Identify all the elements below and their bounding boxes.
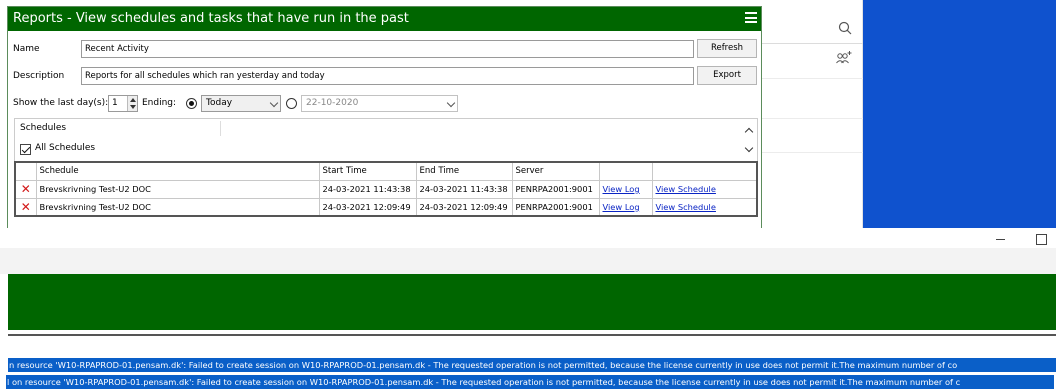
column-divider <box>220 121 221 136</box>
all-schedules-label: All Schedules <box>35 143 96 153</box>
schedule-cell: Brevskrivning Test-U2 DOC <box>35 197 320 217</box>
ending-date-value: 22-10-2020 <box>306 98 359 108</box>
ending-date-picker[interactable]: 22-10-2020 <box>301 95 458 112</box>
end-time-cell: 24-03-2021 12:09:49 <box>415 197 513 217</box>
start-time-cell: 24-03-2021 12:09:49 <box>318 197 417 217</box>
name-label: Name <box>13 44 40 54</box>
window-caption-bar <box>0 228 1056 248</box>
chevron-down-icon <box>269 98 279 108</box>
error-x-icon: ✕ <box>14 179 37 199</box>
add-people-icon[interactable] <box>835 50 853 66</box>
column-header-start-time[interactable]: Start Time <box>318 161 417 181</box>
all-schedules-checkbox[interactable] <box>20 144 31 155</box>
ending-label: Ending: <box>142 98 177 108</box>
column-header-end-time[interactable]: End Time <box>415 161 513 181</box>
log-message-line[interactable]: n resource 'W10-RPAPROD-01.pensam.dk': F… <box>8 358 1056 372</box>
error-x-icon: ✕ <box>14 197 37 217</box>
schedules-header: Schedules <box>20 123 67 133</box>
chevron-up-icon[interactable] <box>130 98 136 102</box>
stepper-arrows[interactable] <box>127 96 137 111</box>
separator-line <box>8 334 1056 336</box>
menu-icon[interactable] <box>745 12 757 25</box>
background-divider <box>760 118 863 119</box>
view-log-link[interactable]: View Log <box>603 184 640 194</box>
end-time-cell: 24-03-2021 11:43:38 <box>415 179 513 199</box>
reports-dialog: Reports - View schedules and tasks that … <box>7 6 762 228</box>
header-banner <box>8 274 1056 330</box>
log-message-line[interactable]: l on resource 'W10-RPAPROD-01.pensam.dk'… <box>6 375 1054 389</box>
ending-today-value: Today <box>206 98 233 108</box>
ending-today-select[interactable]: Today <box>201 95 281 112</box>
schedules-filter-box: Schedules All Schedules <box>14 118 758 161</box>
name-field[interactable]: Recent Activity <box>81 40 694 58</box>
dialog-title-bar: Reports - View schedules and tasks that … <box>8 7 761 31</box>
refresh-button[interactable]: Refresh <box>697 39 757 58</box>
ending-today-radio[interactable] <box>186 98 197 109</box>
background-divider <box>760 152 863 153</box>
results-table: Schedule Start Time End Time Server ✕ Br… <box>14 161 758 217</box>
minimize-button[interactable] <box>990 228 1012 248</box>
table-row[interactable]: ✕ Brevskrivning Test-U2 DOC 24-03-2021 1… <box>14 197 758 217</box>
view-log-link[interactable]: View Log <box>603 202 640 212</box>
server-cell: PENRPA2001:9001 <box>511 179 600 199</box>
column-header-log <box>598 161 653 181</box>
description-label: Description <box>13 71 65 81</box>
maximize-button[interactable] <box>1030 228 1052 248</box>
ending-date-radio[interactable] <box>286 98 297 109</box>
table-row[interactable]: ✕ Brevskrivning Test-U2 DOC 24-03-2021 1… <box>14 179 758 199</box>
chevron-down-icon <box>446 98 456 108</box>
desktop-background <box>863 0 1056 228</box>
table-header-row: Schedule Start Time End Time Server <box>14 161 758 181</box>
search-icon[interactable] <box>837 20 853 36</box>
days-value: 1 <box>112 98 118 108</box>
description-field[interactable]: Reports for all schedules which ran yest… <box>81 67 694 85</box>
view-schedule-link[interactable]: View Schedule <box>656 202 716 212</box>
background-divider <box>760 78 863 79</box>
column-header-view-schedule <box>651 161 758 181</box>
schedule-cell: Brevskrivning Test-U2 DOC <box>35 179 320 199</box>
toolbar-area <box>0 248 1056 274</box>
show-last-days-label: Show the last day(s): <box>13 98 109 108</box>
server-cell: PENRPA2001:9001 <box>511 197 600 217</box>
days-stepper[interactable]: 1 <box>108 95 138 112</box>
scroll-up-icon[interactable] <box>744 127 754 137</box>
chevron-down-icon[interactable] <box>130 105 136 109</box>
view-schedule-link[interactable]: View Schedule <box>656 184 716 194</box>
export-button[interactable]: Export <box>697 66 757 85</box>
dialog-title: Reports - View schedules and tasks that … <box>13 11 409 26</box>
column-header-schedule[interactable]: Schedule <box>35 161 320 181</box>
column-header-server[interactable]: Server <box>511 161 600 181</box>
start-time-cell: 24-03-2021 11:43:38 <box>318 179 417 199</box>
scroll-down-icon[interactable] <box>744 143 754 153</box>
